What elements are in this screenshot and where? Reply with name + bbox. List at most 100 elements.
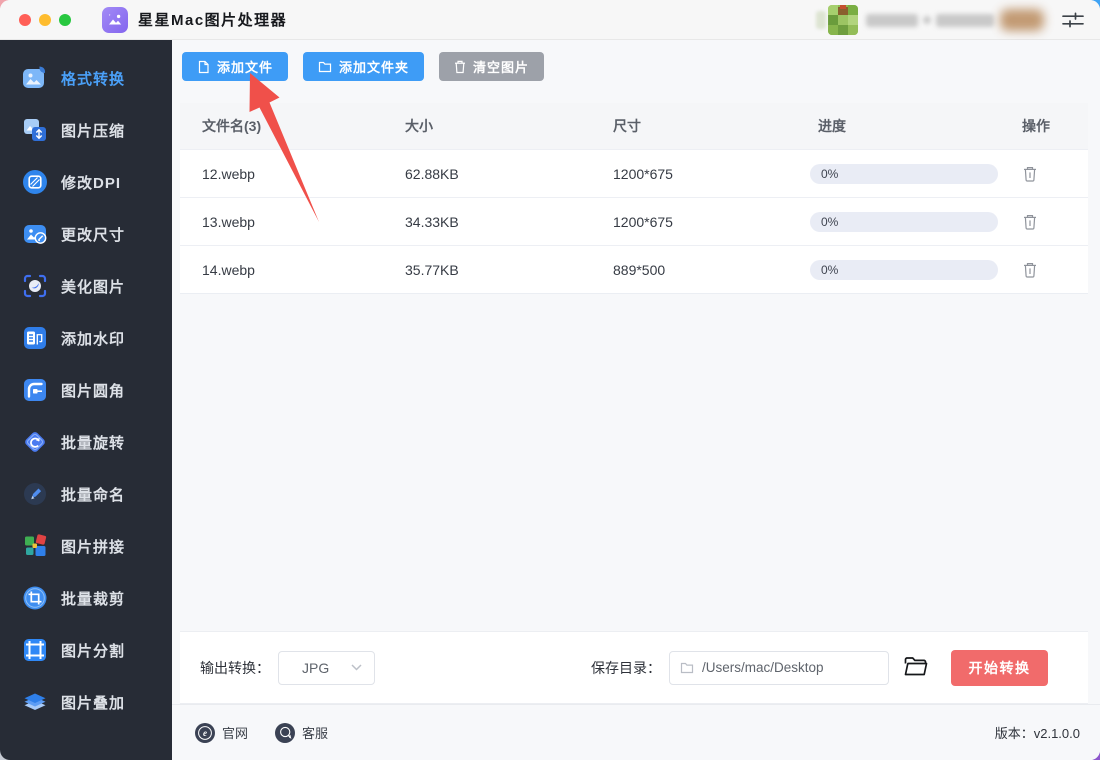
customer-service-link[interactable]: 客服 xyxy=(275,722,329,743)
delete-file-button[interactable] xyxy=(1022,164,1042,184)
file-size-cell: 62.88KB xyxy=(405,165,459,182)
file-name-cell: 12.webp xyxy=(202,165,255,182)
customer-service-label: 客服 xyxy=(302,726,329,741)
sidebar-item-6[interactable]: 卩 添加水印 xyxy=(0,312,172,364)
sidebar-item-label: 批量旋转 xyxy=(61,434,126,452)
trash-icon xyxy=(1024,214,1036,230)
image-split-icon xyxy=(22,637,48,663)
sidebar-item-10[interactable]: 图片拼接 xyxy=(0,520,172,572)
sidebar-item-3[interactable]: 修改DPI xyxy=(0,156,172,208)
save-directory-label: 保存目录： xyxy=(591,659,661,676)
official-website-link[interactable]: e 官网 xyxy=(195,722,248,743)
sidebar-item-7[interactable]: 图片圆角 xyxy=(0,364,172,416)
folder-icon xyxy=(680,662,694,673)
output-format-select[interactable]: JPG xyxy=(278,650,375,685)
progress-label: 0% xyxy=(821,214,839,229)
browse-folder-button[interactable] xyxy=(902,655,930,681)
delete-file-button[interactable] xyxy=(1022,260,1042,280)
sidebar-item-label: 图片分割 xyxy=(61,642,126,660)
minimize-window-button[interactable] xyxy=(39,13,51,26)
header-progress: 进度 xyxy=(818,118,846,134)
blurred-username-2 xyxy=(936,13,994,27)
add-file-button[interactable]: 添加文件 xyxy=(182,52,289,81)
avatar xyxy=(828,5,858,35)
file-size-cell: 34.33KB xyxy=(405,213,459,230)
globe-icon: e xyxy=(195,722,215,743)
delete-file-button[interactable] xyxy=(1022,212,1042,232)
sidebar-item-label: 修改DPI xyxy=(61,174,122,192)
trash-icon xyxy=(1024,166,1036,182)
title-bar: 星星Mac图片处理器 xyxy=(0,0,1100,40)
sidebar-item-2[interactable]: 图片压缩 xyxy=(0,104,172,156)
sidebar-item-8[interactable]: 批量旋转 xyxy=(0,416,172,468)
clear-images-label: 清空图片 xyxy=(473,60,530,75)
blurred-decor xyxy=(816,11,826,29)
save-path-value: /Users/mac/Desktop xyxy=(702,660,824,675)
app-logo-icon xyxy=(102,6,128,33)
blurred-username xyxy=(866,13,918,27)
save-path-input[interactable]: /Users/mac/Desktop xyxy=(669,650,889,685)
start-convert-button[interactable]: 开始转换 xyxy=(951,649,1048,686)
sidebar-item-label: 图片压缩 xyxy=(61,122,126,140)
footer: e 官网 客服 版本：v2.1.0.0 xyxy=(172,704,1100,760)
sidebar-item-label: 批量裁剪 xyxy=(61,590,126,608)
convert-settings-panel: 输出转换： JPG 保存目录： /Users/mac/Desktop 开始转换 xyxy=(180,631,1088,704)
image-overlay-icon xyxy=(22,689,48,715)
chevron-down-icon xyxy=(351,664,362,671)
close-window-button[interactable] xyxy=(19,13,31,26)
sidebar-item-label: 美化图片 xyxy=(61,278,126,296)
sidebar-item-4[interactable]: 更改尺寸 xyxy=(0,208,172,260)
progress-label: 0% xyxy=(821,262,839,277)
sidebar-item-1[interactable]: 格式转换 xyxy=(0,52,172,104)
batch-crop-icon xyxy=(22,585,48,611)
file-table: 文件名(3) 大小 尺寸 进度 操作 12.webp 62.88KB 1200*… xyxy=(180,103,1088,294)
resize-icon xyxy=(22,221,48,247)
svg-text:卩: 卩 xyxy=(34,333,45,346)
modify-dpi-icon xyxy=(22,169,48,195)
batch-rename-icon xyxy=(22,481,48,507)
table-header: 文件名(3) 大小 尺寸 进度 操作 xyxy=(180,103,1088,149)
sidebar-item-5[interactable]: 美化图片 xyxy=(0,260,172,312)
sidebar-item-label: 批量命名 xyxy=(61,486,126,504)
clear-images-button[interactable]: 清空图片 xyxy=(439,52,545,81)
user-account[interactable] xyxy=(816,5,1044,35)
svg-text:e: e xyxy=(203,728,207,738)
blurred-dot xyxy=(923,16,931,24)
progress-label: 0% xyxy=(821,166,839,181)
file-dims-cell: 889*500 xyxy=(613,261,666,278)
sidebar-item-label: 格式转换 xyxy=(61,70,126,88)
trash-icon xyxy=(455,60,466,73)
file-name-cell: 13.webp xyxy=(202,213,255,230)
output-format-value: JPG xyxy=(302,659,330,676)
add-folder-button[interactable]: 添加文件夹 xyxy=(303,52,425,81)
file-size-cell: 35.77KB xyxy=(405,261,459,278)
sidebar-item-label: 添加水印 xyxy=(61,330,126,348)
progress-bar: 0% xyxy=(810,163,998,184)
file-toolbar: 添加文件 添加文件夹 清空图片 xyxy=(182,52,545,81)
sidebar-item-11[interactable]: 批量裁剪 xyxy=(0,572,172,624)
folder-icon xyxy=(318,61,332,72)
sidebar: 格式转换 图片压缩 修改DPI 更改尺寸 美化图片 卩 添加水印 图片圆角 批量… xyxy=(0,40,172,760)
zoom-window-button[interactable] xyxy=(59,13,71,26)
image-stitch-icon xyxy=(22,533,48,559)
sidebar-item-label: 更改尺寸 xyxy=(61,226,126,244)
output-format-label: 输出转换： xyxy=(200,659,270,676)
add-folder-label: 添加文件夹 xyxy=(339,60,410,75)
batch-rotate-icon xyxy=(22,429,48,455)
sidebar-item-label: 图片叠加 xyxy=(61,694,126,712)
format-convert-icon xyxy=(22,65,48,91)
file-icon xyxy=(198,60,209,73)
window-controls xyxy=(19,13,71,26)
table-row: 12.webp 62.88KB 1200*675 0% xyxy=(180,149,1088,197)
settings-sliders-icon[interactable] xyxy=(1061,9,1085,31)
sidebar-item-9[interactable]: 批量命名 xyxy=(0,468,172,520)
trash-icon xyxy=(1024,262,1036,278)
table-row: 13.webp 34.33KB 1200*675 0% xyxy=(180,197,1088,245)
sidebar-item-12[interactable]: 图片分割 xyxy=(0,624,172,676)
progress-bar: 0% xyxy=(810,259,998,280)
header-filename: 文件名(3) xyxy=(202,118,262,134)
sidebar-item-label: 图片拼接 xyxy=(61,538,126,556)
header-dimensions: 尺寸 xyxy=(613,118,641,134)
sidebar-item-13[interactable]: 图片叠加 xyxy=(0,676,172,728)
app-window: 星星Mac图片处理器 格式转换 图片压缩 修改DPI 更改尺寸 美化图片 卩 添… xyxy=(0,0,1100,760)
